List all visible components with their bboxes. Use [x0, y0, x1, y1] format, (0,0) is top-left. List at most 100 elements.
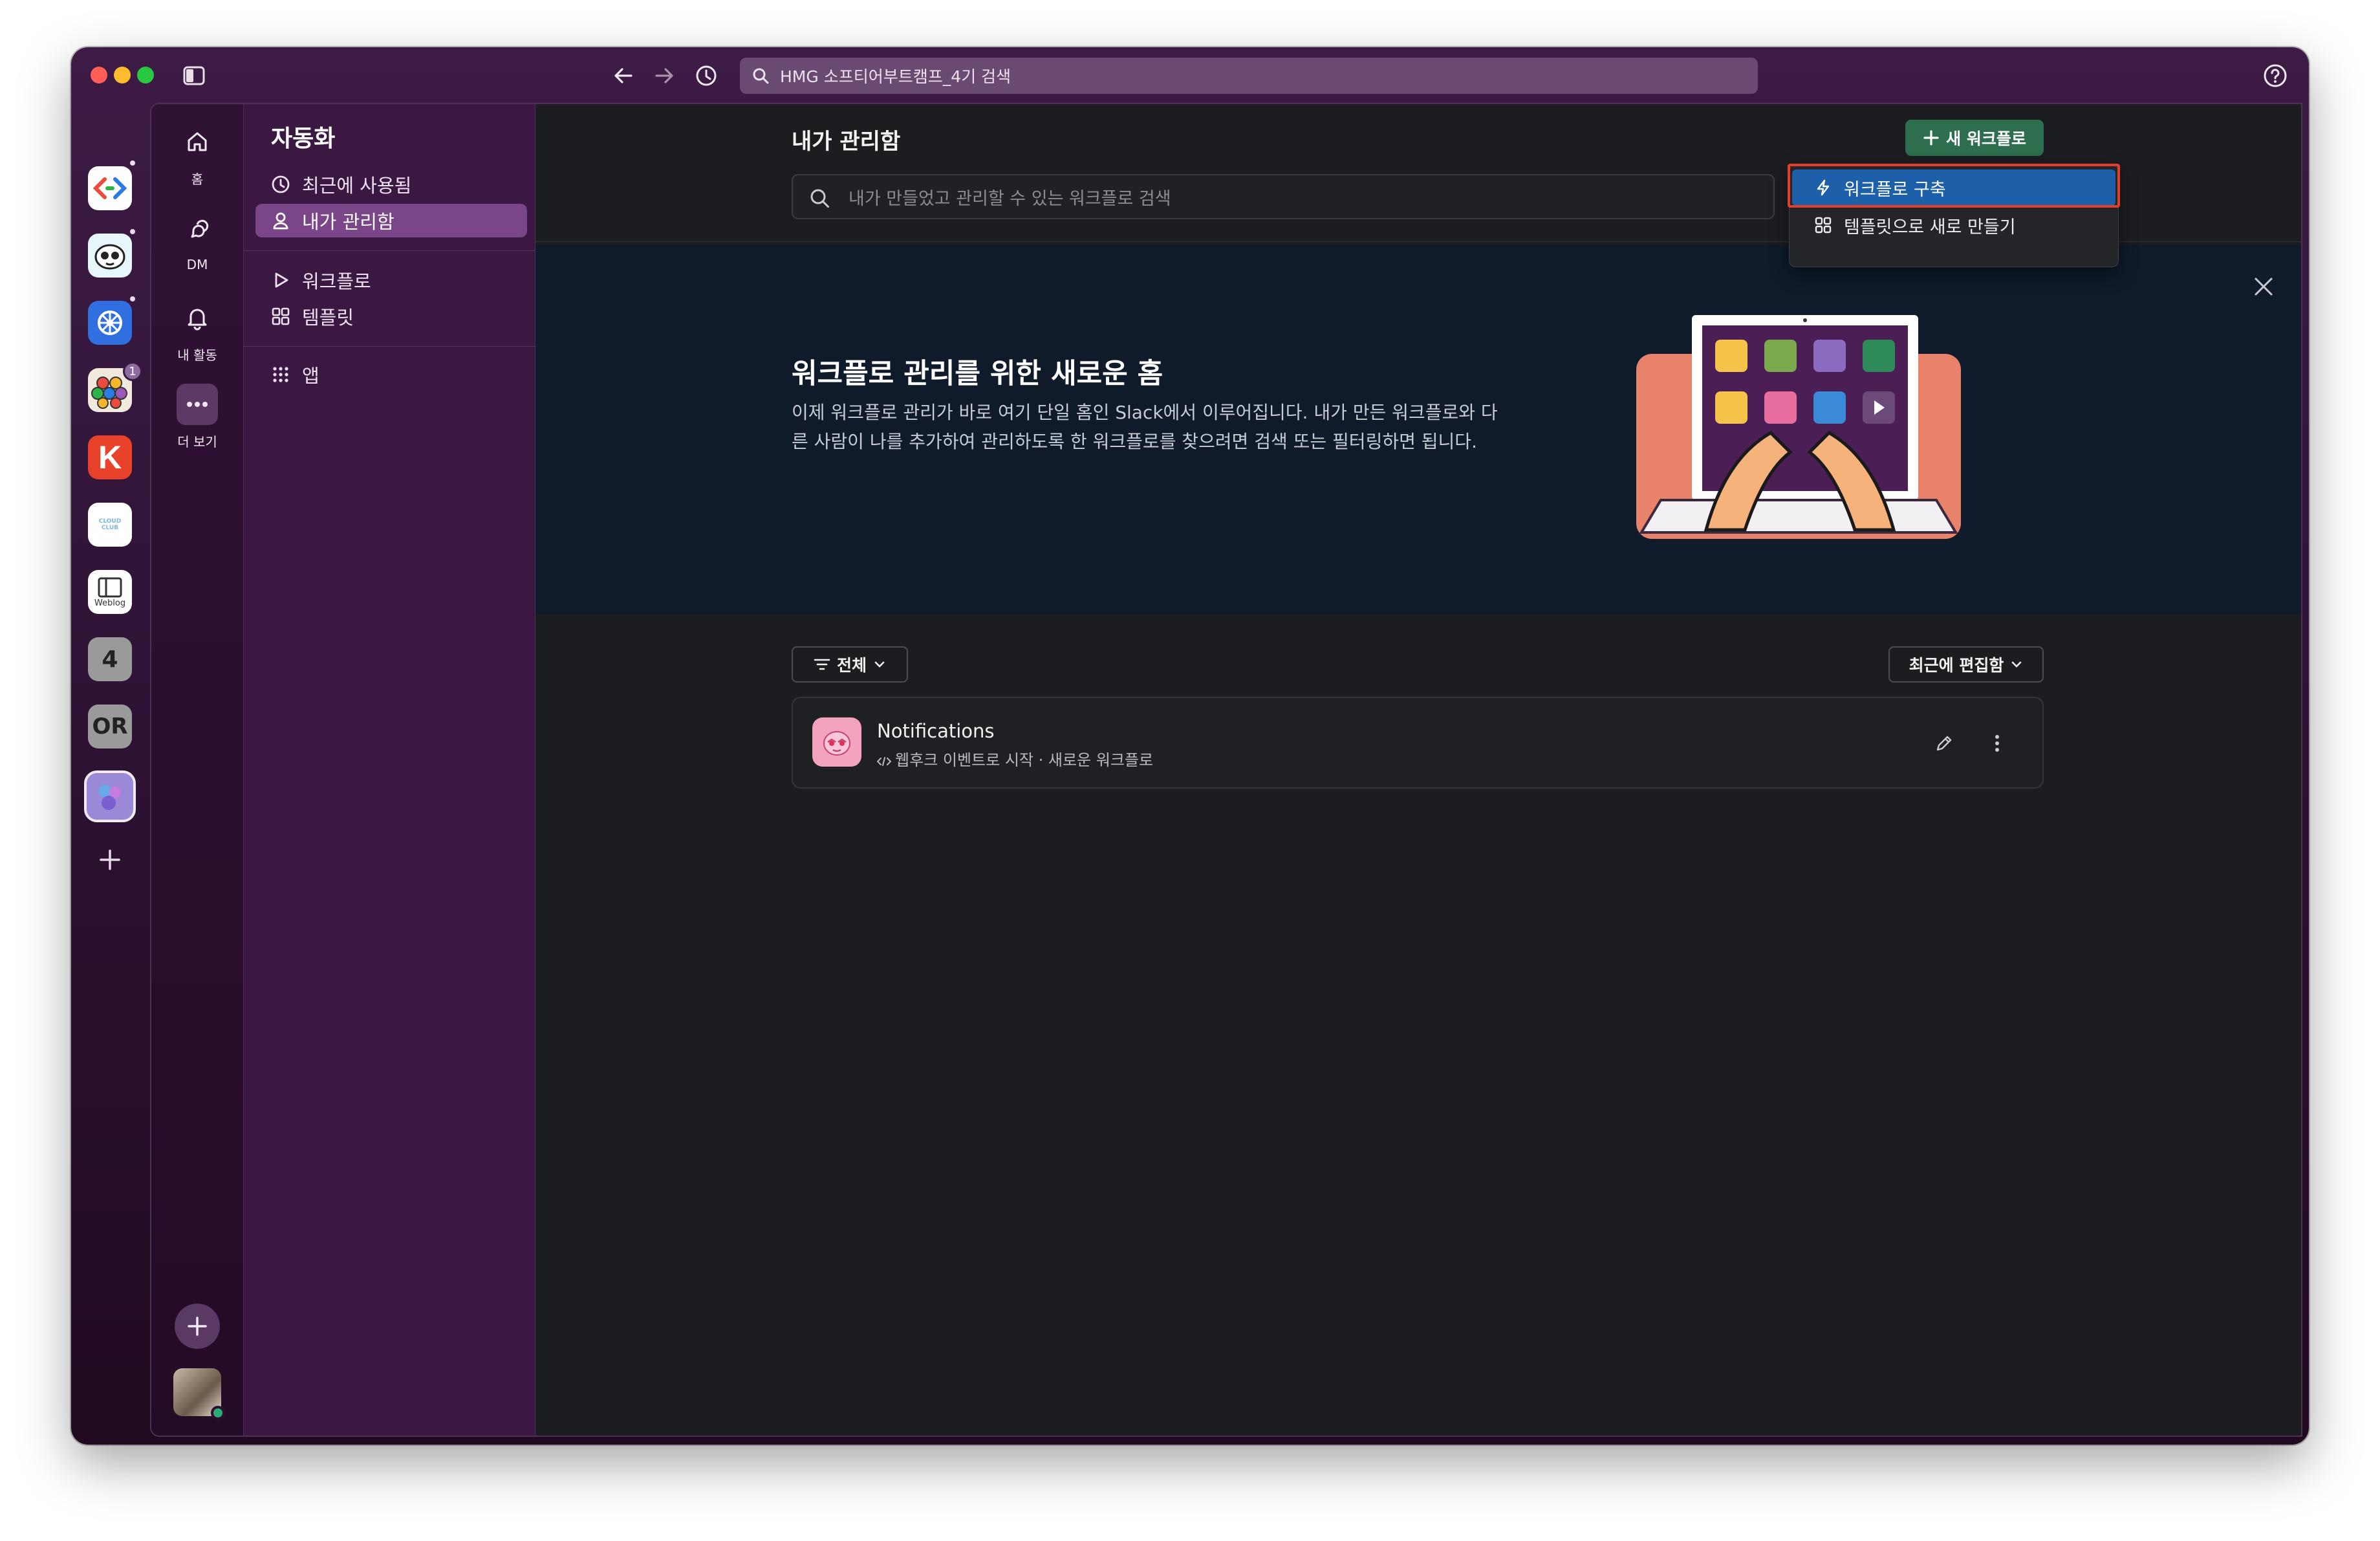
history-clock-icon[interactable]: [691, 60, 722, 91]
workspace-active[interactable]: [84, 770, 136, 822]
filter-all-button[interactable]: 전체: [792, 646, 908, 683]
nav-dm-label: DM: [186, 257, 208, 272]
nav-home-label: 홈: [191, 171, 204, 187]
app-window: HMG 소프티어부트캠프_4기 검색 1 K CLOUD CLUB Weblog…: [71, 47, 2309, 1445]
laptop-hands-illustration: [1636, 315, 1961, 539]
play-icon: [275, 272, 288, 288]
chevron-down-icon: [2012, 661, 2022, 668]
workflow-card[interactable]: Notifications 웹후크 이벤트로 시작 · 새로운 워크플로: [792, 697, 2044, 789]
mention-badge: 1: [123, 362, 142, 381]
minimize-window-button[interactable]: [114, 67, 131, 83]
clock-icon: [272, 175, 290, 193]
workspace-rail: 1 K CLOUD CLUB Weblog 4 OR: [71, 104, 150, 1445]
plus-icon: [188, 1317, 207, 1336]
intro-banner: 워크플로 관리를 위한 새로운 홈 이제 워크플로 관리가 바로 여기 단일 홈…: [536, 245, 2301, 614]
add-workspace-icon[interactable]: [96, 846, 124, 874]
workspace-cloud-club[interactable]: CLOUD CLUB: [88, 503, 132, 547]
back-arrow-icon[interactable]: [608, 60, 639, 91]
plus-icon: [1923, 130, 1939, 146]
page-title: 내가 관리함: [792, 129, 901, 155]
main-panel: 내가 관리함 새 워크플로 내가 만들었고 관리할 수 있는 워크플로 검색 워…: [536, 104, 2301, 1436]
workspace-four[interactable]: 4: [88, 637, 132, 681]
bell-icon: [177, 297, 218, 338]
sidebar-item-label: 최근에 사용됨: [302, 175, 412, 197]
online-status-dot: [211, 1406, 225, 1420]
new-workflow-button[interactable]: 새 워크플로: [1905, 120, 2044, 156]
nav-dm[interactable]: DM: [151, 209, 243, 272]
workspace-or[interactable]: OR: [88, 705, 132, 749]
workflow-search-placeholder: 내가 만들었고 관리할 수 있는 워크플로 검색: [849, 188, 1171, 209]
sidebar-item-workflows[interactable]: 워크플로: [255, 263, 527, 297]
workspace-or-label: OR: [92, 714, 128, 739]
help-icon[interactable]: [2260, 60, 2291, 91]
create-plus-button[interactable]: [175, 1304, 220, 1349]
nav-more-label: 더 보기: [177, 434, 217, 450]
home-icon: [177, 121, 218, 162]
app-shell: 홈 DM 내 활동 더 보기 자동화 최근에 사용됨 내가 관리함 워크플로 템…: [150, 103, 2302, 1437]
edit-workflow-button[interactable]: [1929, 728, 1960, 759]
sidebar-item-label: 워크플로: [302, 270, 371, 292]
workflow-subtitle: 웹후크 이벤트로 시작 · 새로운 워크플로: [876, 747, 1154, 770]
sidebar-toggle-icon[interactable]: [178, 60, 210, 91]
menu-item-from-template[interactable]: 템플릿으로 새로 만들기: [1792, 207, 2115, 243]
apps-dots-icon: [273, 367, 288, 382]
more-dots-icon: [177, 384, 218, 425]
banner-text: 이제 워크플로 관리가 바로 여기 단일 홈인 Slack에서 이루어집니다. …: [792, 402, 1498, 452]
person-icon: [273, 212, 288, 230]
unread-dot: [128, 158, 137, 168]
search-icon: [753, 68, 769, 84]
title-bar: HMG 소프티어부트캠프_4기 검색: [71, 47, 2309, 104]
workspace-mascot[interactable]: [88, 234, 132, 278]
close-banner-button[interactable]: [2249, 272, 2278, 301]
workflow-more-button[interactable]: [1982, 728, 2013, 759]
close-window-button[interactable]: [91, 67, 107, 83]
automation-sidebar: 자동화 최근에 사용됨 내가 관리함 워크플로 템플릿 앱: [243, 104, 536, 1436]
workspace-cloud-club-label: CLOUD CLUB: [98, 518, 122, 531]
nav-activity-label: 내 활동: [177, 347, 217, 363]
sort-button[interactable]: 최근에 편집함: [1888, 646, 2044, 683]
sidebar-item-recent[interactable]: 최근에 사용됨: [255, 168, 527, 201]
sidebar-title: 자동화: [271, 126, 336, 152]
workspace-four-label: 4: [102, 646, 118, 673]
unread-dot: [128, 294, 137, 303]
sidebar-item-templates[interactable]: 템플릿: [255, 300, 527, 333]
sidebar-divider: [244, 346, 536, 347]
workflow-bot-icon: [812, 717, 861, 767]
nav-rail: 홈 DM 내 활동 더 보기: [151, 104, 243, 1436]
unread-dot: [128, 227, 137, 236]
workflow-name: Notifications: [877, 720, 995, 742]
pencil-icon: [1936, 736, 1952, 751]
highlight-annotation-box: [1788, 164, 2120, 208]
sidebar-item-label: 앱: [302, 365, 319, 387]
workflow-search-input[interactable]: 내가 만들었고 관리할 수 있는 워크플로 검색: [792, 174, 1775, 219]
forward-arrow-icon[interactable]: [649, 60, 680, 91]
sidebar-item-managed[interactable]: 내가 관리함: [255, 204, 527, 237]
filter-icon: [814, 659, 830, 670]
nav-more[interactable]: 더 보기: [151, 384, 243, 450]
zoom-window-button[interactable]: [137, 67, 154, 83]
sort-label: 최근에 편집함: [1909, 656, 2004, 675]
close-icon: [2255, 278, 2273, 296]
sidebar-item-apps[interactable]: 앱: [255, 358, 527, 391]
menu-item-label: 템플릿으로 새로 만들기: [1844, 217, 2016, 237]
grid-icon: [1815, 217, 1832, 234]
workspace-search-bar[interactable]: HMG 소프티어부트캠프_4기 검색: [740, 58, 1758, 94]
workflow-subtitle-text: 웹후크 이벤트로 시작 · 새로운 워크플로: [895, 751, 1154, 769]
vertical-dots-icon: [1995, 735, 1999, 752]
nav-activity[interactable]: 내 활동: [151, 297, 243, 364]
sidebar-item-label: 내가 관리함: [302, 211, 395, 233]
workspace-k-label: K: [98, 439, 122, 475]
workspace-code[interactable]: [88, 166, 132, 210]
sidebar-divider: [244, 250, 536, 251]
workspace-weblog-label: Weblog: [94, 598, 126, 608]
user-avatar[interactable]: [173, 1368, 225, 1420]
workspace-weblog[interactable]: Weblog: [88, 570, 132, 614]
sidebar-item-label: 템플릿: [302, 307, 354, 329]
search-icon: [810, 189, 829, 208]
workspace-search-text: HMG 소프티어부트캠프_4기 검색: [780, 67, 1012, 86]
workspace-kubernetes[interactable]: [88, 301, 132, 345]
filter-label: 전체: [836, 656, 867, 675]
nav-home[interactable]: 홈: [151, 121, 243, 188]
workspace-k[interactable]: K: [88, 435, 132, 479]
chevron-down-icon: [874, 661, 885, 668]
